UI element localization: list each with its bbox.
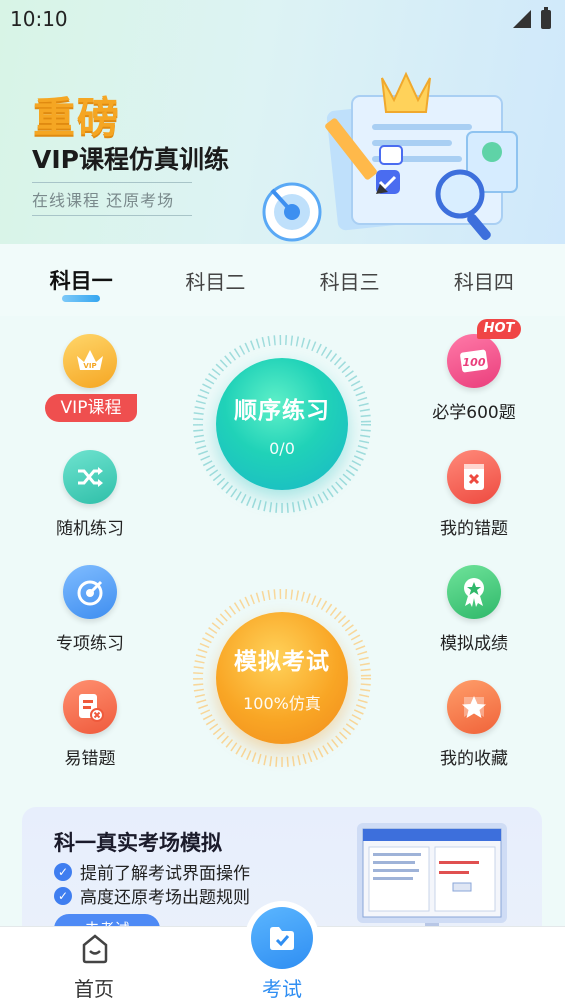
check-icon: ✓ <box>54 886 72 905</box>
tab-subject-4[interactable]: 科目四 <box>429 266 539 295</box>
error-doc-icon <box>63 680 117 734</box>
mock-exam-button[interactable]: 模拟考试 100%仿真 <box>192 588 372 768</box>
status-bar: 10:10 <box>0 0 565 38</box>
error-prone-item[interactable]: 易错题 <box>30 680 150 769</box>
banner-headline: 重磅 <box>33 93 122 142</box>
vip-crown-icon: VIP <box>63 334 117 388</box>
star-icon <box>447 680 501 734</box>
score-100-icon: 100 <box>447 334 501 388</box>
mock-exam-note: 100%仿真 <box>243 694 321 713</box>
exam-results-item[interactable]: 模拟成绩 <box>414 565 534 654</box>
tab-subject-2[interactable]: 科目二 <box>160 266 270 295</box>
my-wrong-answers-label: 我的错题 <box>440 519 508 539</box>
exam-monitor-illustration <box>357 823 507 937</box>
exam-results-label: 模拟成绩 <box>440 634 508 654</box>
target-icon <box>63 565 117 619</box>
svg-text:VIP: VIP <box>83 362 96 370</box>
promo-point-text: 提前了解考试界面操作 <box>80 864 250 884</box>
promo-title: 科一真实考场模拟 <box>54 831 222 855</box>
promo-point-text: 高度还原考场出题规则 <box>80 888 250 908</box>
my-wrong-answers-item[interactable]: 我的错题 <box>414 450 534 539</box>
shuffle-icon <box>63 450 117 504</box>
signal-icon <box>513 10 531 28</box>
check-icon: ✓ <box>54 862 72 881</box>
special-practice-item[interactable]: 专项练习 <box>30 565 150 654</box>
promo-point: ✓ 高度还原考场出题规则 <box>54 883 250 908</box>
nav-exam-label: 考试 <box>262 977 302 1001</box>
vip-course-label[interactable]: VIP课程 <box>45 394 137 422</box>
special-practice-label: 专项练习 <box>56 634 124 654</box>
wrong-answer-icon <box>447 450 501 504</box>
banner-title: VIP课程仿真训练 <box>32 145 229 174</box>
nav-home-label: 首页 <box>74 977 114 1001</box>
sequential-practice-progress: 0/0 <box>269 438 295 458</box>
battery-icon <box>541 6 551 29</box>
error-prone-label: 易错题 <box>64 749 116 769</box>
promo-point: ✓ 提前了解考试界面操作 <box>54 859 250 884</box>
banner-illustration <box>262 71 518 242</box>
svg-text:100: 100 <box>463 356 486 369</box>
sequential-practice-button[interactable]: 顺序练习 0/0 <box>192 334 372 514</box>
vip-course-item[interactable]: VIP <box>30 334 150 388</box>
bottom-navigation: 首页 考试 <box>0 901 565 1004</box>
mock-exam-core: 模拟考试 100%仿真 <box>216 612 348 744</box>
top-banner[interactable]: 10:10 重磅 VIP课程仿真训练 在线课程 还原考场 <box>0 0 565 244</box>
random-practice-item[interactable]: 随机练习 <box>30 450 150 539</box>
my-favorites-label: 我的收藏 <box>440 749 508 769</box>
tab-subject-3[interactable]: 科目三 <box>295 266 405 295</box>
hot-badge: HOT <box>477 319 521 339</box>
home-icon <box>82 934 108 964</box>
status-time: 10:10 <box>10 7 68 31</box>
tab-subject-1[interactable]: 科目一 <box>26 265 136 302</box>
random-practice-label: 随机练习 <box>56 519 124 539</box>
sequential-practice-core: 顺序练习 0/0 <box>216 358 348 490</box>
sequential-practice-title: 顺序练习 <box>234 397 330 424</box>
medal-icon <box>447 565 501 619</box>
subject-tabs: 科目一 科目二 科目三 科目四 <box>0 244 565 316</box>
must-learn-600-item[interactable]: 100 必学600题 <box>414 334 534 423</box>
status-icons <box>513 6 551 29</box>
mock-exam-title: 模拟考试 <box>234 649 330 675</box>
exam-nav-bubble <box>245 901 319 975</box>
my-favorites-item[interactable]: 我的收藏 <box>414 680 534 769</box>
banner-subtitle: 在线课程 还原考场 <box>32 182 192 216</box>
exam-nav-icon <box>251 907 313 969</box>
must-learn-600-label: 必学600题 <box>432 403 516 423</box>
